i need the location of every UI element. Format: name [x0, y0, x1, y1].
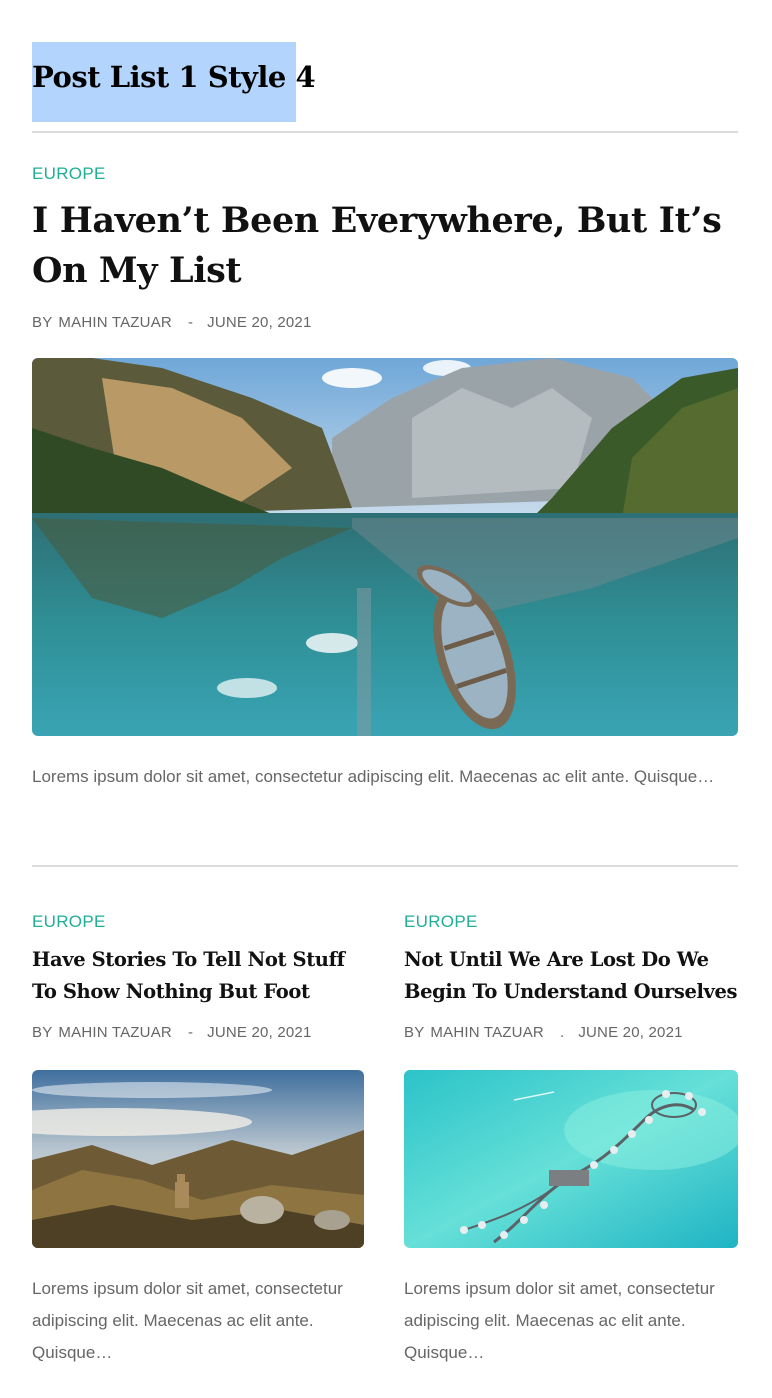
post-image[interactable] [32, 1070, 364, 1248]
post-excerpt: Lorems ipsum dolor sit amet, consectetur… [404, 1279, 715, 1362]
post-date: JUNE 20, 2021 [207, 314, 312, 331]
author-link[interactable]: MAHIN TAZUAR [58, 314, 172, 331]
post-date: JUNE 20, 2021 [207, 1024, 312, 1041]
mountain-ridge-image [32, 1070, 364, 1248]
post-image[interactable] [404, 1070, 738, 1248]
meta-separator: - [187, 1024, 194, 1041]
featured-post-excerpt: Lorems ipsum dolor sit amet, consectetur… [32, 767, 715, 786]
posts-divider [32, 865, 738, 867]
meta-by-label: BY [404, 1024, 425, 1041]
post-category-link[interactable]: EUROPE [32, 912, 106, 932]
meta-separator: - [187, 314, 194, 331]
post-meta: BY MAHIN TAZUAR. JUNE 20, 2021 [404, 1024, 683, 1041]
author-link[interactable]: MAHIN TAZUAR [58, 1024, 172, 1041]
featured-category-link[interactable]: EUROPE [32, 164, 106, 184]
post-meta: BY MAHIN TAZUAR - JUNE 20, 2021 [32, 1024, 311, 1041]
meta-by-label: BY [32, 1024, 53, 1041]
author-link[interactable]: MAHIN TAZUAR [430, 1024, 544, 1041]
section-divider [32, 131, 738, 133]
section-title: Post List 1 Style 4 [32, 60, 316, 94]
featured-post-title[interactable]: I Haven’t Been Everywhere, But It’s On M… [32, 196, 738, 296]
featured-post-image[interactable] [32, 358, 738, 736]
post-category-link[interactable]: EUROPE [404, 912, 478, 932]
mountain-lake-image [32, 358, 738, 736]
meta-by-label: BY [32, 314, 53, 331]
post-title[interactable]: Not Until We Are Lost Do We Begin To Und… [404, 944, 744, 1008]
section-title-highlight: Post List 1 Style 4 [32, 42, 316, 122]
meta-separator: . [559, 1024, 565, 1041]
post-excerpt: Lorems ipsum dolor sit amet, consectetur… [32, 1279, 343, 1362]
tropical-villas-image [404, 1070, 738, 1248]
post-title[interactable]: Have Stories To Tell Not Stuff To Show N… [32, 944, 372, 1008]
post-date: JUNE 20, 2021 [578, 1024, 683, 1041]
featured-post-meta: BY MAHIN TAZUAR - JUNE 20, 2021 [32, 314, 311, 331]
